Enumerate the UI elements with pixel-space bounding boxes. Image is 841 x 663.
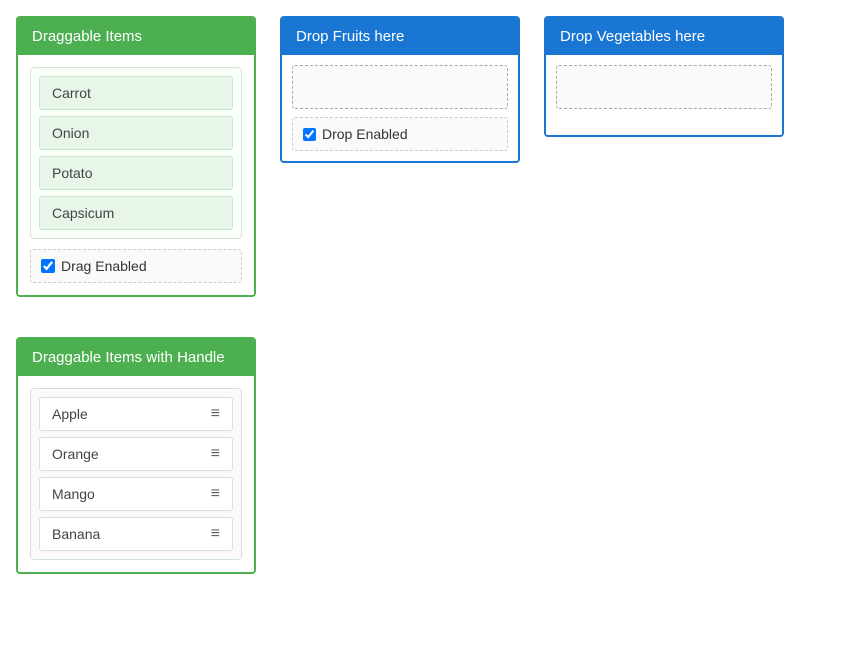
drop-vegetables-area[interactable]	[556, 65, 772, 109]
draggable-items-panel: Draggable Items Carrot Onion Potato Capsicu…	[16, 16, 256, 297]
drag-handle-icon[interactable]: ≡	[211, 446, 220, 462]
drag-list-item[interactable]: Onion	[39, 116, 233, 150]
draggable-panel-header: Draggable Items	[18, 18, 254, 55]
drop-fruits-panel: Drop Fruits here Drop Enabled	[280, 16, 520, 163]
handle-list-item: Mango ≡	[39, 477, 233, 511]
handle-item-label: Mango	[52, 486, 95, 502]
drag-handle-icon[interactable]: ≡	[211, 526, 220, 542]
drag-enabled-row: Drag Enabled	[30, 249, 242, 283]
draggable-panel-title: Draggable Items	[32, 28, 142, 45]
draggable-panel-body: Carrot Onion Potato Capsicum Drag Enabled	[18, 55, 254, 295]
drop-vegetables-title: Drop Vegetables here	[560, 28, 705, 45]
handle-list-item: Apple ≡	[39, 397, 233, 431]
drag-list-item[interactable]: Capsicum	[39, 196, 233, 230]
drag-list-item[interactable]: Carrot	[39, 76, 233, 110]
drop-fruits-area[interactable]	[292, 65, 508, 109]
drop-fruits-header: Drop Fruits here	[282, 18, 518, 55]
drop-vegetables-panel: Drop Vegetables here	[544, 16, 784, 137]
handle-panel: Draggable Items with Handle Apple≡Orange…	[16, 337, 256, 574]
drop-enabled-checkbox[interactable]	[303, 128, 316, 141]
handle-panel-title: Draggable Items with Handle	[32, 349, 225, 366]
drop-vegetables-header: Drop Vegetables here	[546, 18, 782, 55]
handle-item-label: Banana	[52, 526, 100, 542]
drag-enabled-checkbox[interactable]	[41, 259, 55, 273]
drag-list: Carrot Onion Potato Capsicum	[30, 67, 242, 239]
drag-handle-icon[interactable]: ≡	[211, 486, 220, 502]
handle-item-label: Orange	[52, 446, 99, 462]
drag-handle-icon[interactable]: ≡	[211, 406, 220, 422]
handle-panel-body: Apple ≡ Orange ≡ Mango ≡ Banana ≡	[18, 376, 254, 572]
handle-list-item: Orange ≡	[39, 437, 233, 471]
drag-list-item[interactable]: Potato	[39, 156, 233, 190]
handle-item-label: Apple	[52, 406, 88, 422]
drop-enabled-label: Drop Enabled	[322, 126, 408, 142]
handle-list-item: Banana ≡	[39, 517, 233, 551]
handle-list: Apple ≡ Orange ≡ Mango ≡ Banana ≡	[30, 388, 242, 560]
drop-enabled-row: Drop Enabled	[292, 117, 508, 151]
drop-fruits-title: Drop Fruits here	[296, 28, 404, 45]
drop-vegetables-body	[546, 55, 782, 135]
drag-enabled-label: Drag Enabled	[61, 258, 147, 274]
drop-fruits-body: Drop Enabled	[282, 55, 518, 161]
handle-panel-header: Draggable Items with Handle	[18, 339, 254, 376]
